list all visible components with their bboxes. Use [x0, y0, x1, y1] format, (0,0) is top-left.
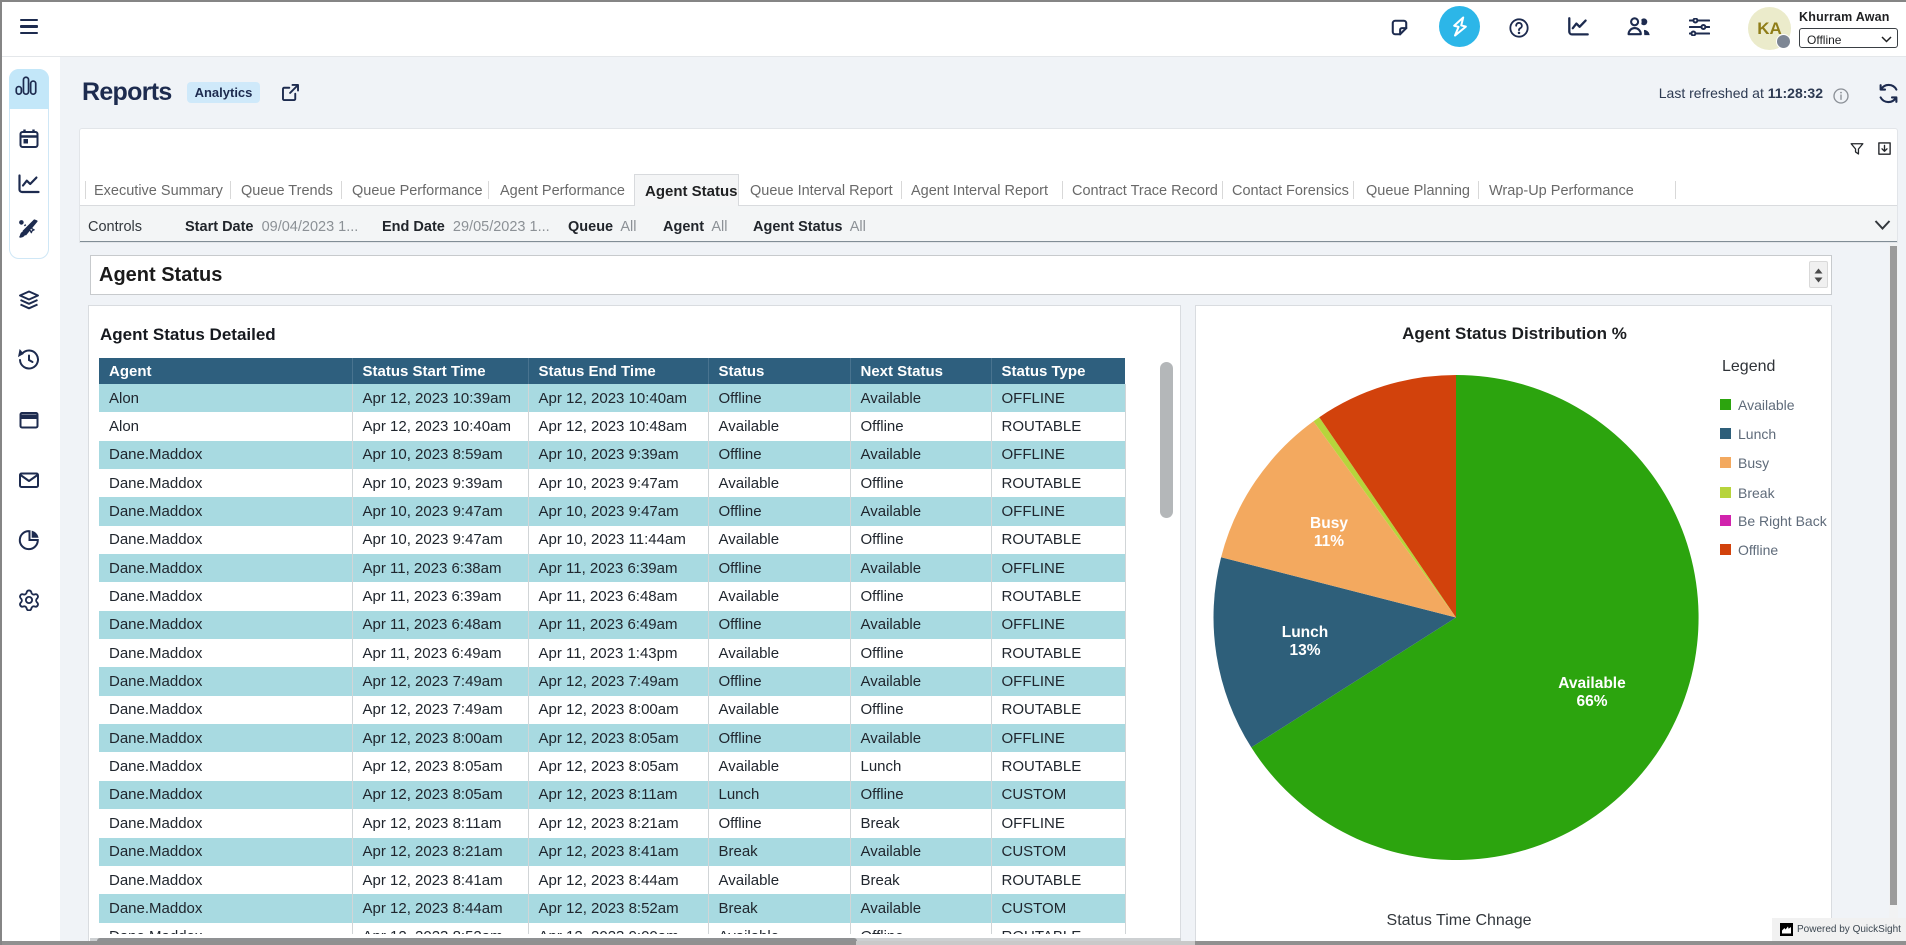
svg-text:Lunch: Lunch [1282, 624, 1329, 641]
svg-text:11%: 11% [1314, 533, 1344, 550]
svg-text:Available: Available [1558, 675, 1626, 692]
svg-text:Busy: Busy [1310, 515, 1348, 532]
svg-text:66%: 66% [1576, 693, 1607, 710]
svg-text:13%: 13% [1289, 642, 1320, 659]
